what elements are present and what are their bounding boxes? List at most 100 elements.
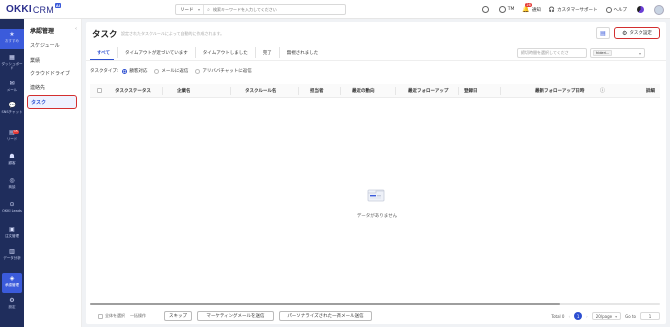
page-subtitle: 設定されたタスクルールによって自動的に作成されます。	[121, 31, 225, 36]
app-switch-button[interactable]	[637, 6, 644, 13]
submenu-item-task[interactable]: タスク	[27, 95, 77, 109]
submenu-title: 承認管理	[30, 28, 55, 35]
submenu-item-schedule[interactable]: スケジュール	[30, 42, 60, 49]
tab-all[interactable]: すべて	[90, 47, 119, 58]
radio-label: 顧客対応	[129, 69, 148, 74]
rail-item-sns-chat[interactable]: 💬 SNSチャット	[0, 103, 24, 115]
checkbox-icon	[98, 313, 103, 319]
empty-state-text: データがありません	[356, 214, 398, 219]
col-created-date[interactable]: 登録日	[464, 88, 478, 94]
col-task-rule: タスクルール名	[245, 89, 277, 94]
calendar-view-button[interactable]: ▤	[596, 27, 610, 39]
okki-crm-logo[interactable]: OKKI CRM AI	[6, 3, 62, 15]
rail-item-orders[interactable]: ▣ 注文管理	[0, 226, 24, 239]
rail-item-customer[interactable]: ☗ 顧客	[0, 153, 24, 166]
owner-chip[interactable]: hideri...	[593, 50, 613, 56]
chevron-down-icon: ▾	[615, 313, 618, 319]
search-scope-value: リード	[180, 7, 194, 13]
radio-customer-followup[interactable]: 顧客対応	[122, 68, 147, 74]
notifications-button[interactable]: 🔔 26 通知	[522, 3, 541, 13]
skip-button[interactable]: スキップ	[164, 311, 192, 321]
radio-reply-alibaba[interactable]: アリババチャットに返信	[195, 68, 252, 74]
support-label: カスタマーサポート	[557, 7, 598, 13]
bell-icon: 🔔	[522, 6, 530, 13]
logo-ai-tag: AI	[54, 3, 62, 8]
customer-support-button[interactable]: 🎧 カスタマーサポート	[549, 7, 598, 13]
search-icon: ⌕	[207, 6, 210, 13]
scrollbar-thumb[interactable]	[90, 303, 560, 305]
rail-item-okki-leads[interactable]: ⊙ OKKI Leads	[0, 202, 24, 214]
search-input[interactable]	[213, 7, 333, 12]
rail-item-leads[interactable]: ▤ 15 リード	[0, 129, 24, 141]
rail-item-analytics[interactable]: ▥ データ分析	[0, 249, 24, 261]
calendar-icon: ▤	[600, 29, 606, 37]
bulk-action-label: 一括操作	[130, 313, 146, 318]
column-divider	[162, 87, 163, 95]
tab-timeout-soon[interactable]: タイムアウトが近づいています	[118, 47, 196, 58]
user-initials: TM	[507, 7, 515, 12]
page-size-value: 20/page	[595, 313, 613, 319]
top-header: OKKI CRM AI リード ▾ ⌕ TM 🔔 26 通知	[0, 0, 670, 19]
select-all-checkbox[interactable]	[97, 88, 102, 95]
approval-icon: ◈	[9, 275, 15, 282]
horizontal-scrollbar[interactable]	[90, 303, 660, 305]
goto-label: Go to	[625, 313, 636, 319]
send-marketing-email-button[interactable]: マーケティングメールを送信	[197, 311, 274, 321]
tab-ignored[interactable]: 無視されました	[280, 47, 326, 58]
radio-label: メールに返信	[161, 69, 189, 74]
dashboard-icon: ▦	[9, 54, 15, 61]
user-clock-icon	[498, 6, 506, 13]
rail-item-settings[interactable]: ⚙ 設定	[0, 297, 24, 310]
col-recent-followup: 最近フォローアップ	[408, 89, 449, 94]
deadline-placeholder: 締切時間を選択してくださ	[521, 50, 569, 55]
next-page-icon[interactable]: ›	[586, 314, 588, 319]
rail-label: 設定	[8, 305, 16, 309]
rail-item-deal[interactable]: ◎ 商談	[0, 177, 24, 190]
customer-icon: ☗	[9, 153, 15, 160]
submenu-item-cloud-drive[interactable]: クラウドドライブ	[30, 70, 70, 77]
col-latest-followup[interactable]: 最新フォローアップ日時	[535, 88, 584, 94]
col-company: 企業名	[177, 89, 191, 94]
rail-item-dashboard[interactable]: ▦ ダッシュボード	[0, 54, 24, 71]
rail-item-approval[interactable]: ◈ 承認管理	[2, 273, 22, 293]
help-label: ヘルプ	[613, 7, 628, 13]
submenu-item-performance[interactable]: 業績	[30, 57, 40, 64]
help-button[interactable]: ヘルプ	[605, 6, 628, 13]
rail-label: 顧客	[8, 161, 16, 165]
rail-label: 注文管理	[5, 234, 19, 238]
info-icon: ⓘ	[600, 88, 606, 94]
submenu-item-contacts[interactable]: 連絡先	[30, 84, 45, 91]
rail-label: ダッシュボード	[1, 62, 23, 70]
radio-label: アリババチャットに返信	[202, 69, 252, 74]
send-personalized-bulk-email-button[interactable]: パーソナライズされた一斉メール送信	[279, 311, 372, 321]
secondary-nav: 承認管理 ‹ スケジュール 業績 クラウドドライブ 連絡先 タスク	[24, 19, 82, 327]
headset-icon: 🎧	[548, 6, 556, 13]
owner-select[interactable]: hideri... ▾	[590, 48, 645, 58]
rail-item-recommend[interactable]: ★ おすすめ	[0, 29, 24, 49]
collapse-arrow-icon[interactable]: ‹	[75, 26, 77, 32]
chevron-down-icon: ▾	[197, 7, 200, 12]
order-icon: ▣	[9, 226, 15, 233]
page-number-current[interactable]: 1	[574, 312, 583, 320]
deal-icon: ◎	[9, 177, 15, 184]
task-settings-button[interactable]: ⚙ タスク設定	[614, 27, 660, 39]
avatar[interactable]	[654, 4, 664, 15]
user-menu[interactable]: TM	[498, 6, 515, 13]
tab-timed-out[interactable]: タイムアウトしました	[196, 47, 256, 58]
deadline-date-picker[interactable]: 締切時間を選択してくださ	[517, 48, 587, 58]
search-scope-select[interactable]: リード ▾	[176, 5, 204, 14]
primary-nav-rail: ★ おすすめ ▦ ダッシュボード ✉ メール 💬 SNSチャット ▤ 15 リー…	[0, 19, 24, 327]
chevron-down-icon: ▾	[638, 50, 641, 56]
rail-item-mail[interactable]: ✉ メール	[0, 81, 24, 93]
column-divider	[230, 87, 231, 95]
goto-page-input[interactable]: 1	[640, 312, 660, 320]
tab-completed[interactable]: 完了	[256, 47, 280, 58]
settings-icon: ⚙	[9, 297, 15, 304]
rail-label: リード	[6, 137, 18, 141]
page-size-select[interactable]: 20/page ▾	[591, 312, 622, 320]
select-all-footer[interactable]: 全体を選択 一括操作	[98, 313, 146, 319]
radio-reply-email[interactable]: メールに返信	[154, 68, 188, 74]
header-settings-button[interactable]	[481, 6, 489, 13]
prev-page-icon[interactable]: ‹	[568, 314, 570, 319]
col-task-status: タスクステータス	[115, 89, 151, 94]
